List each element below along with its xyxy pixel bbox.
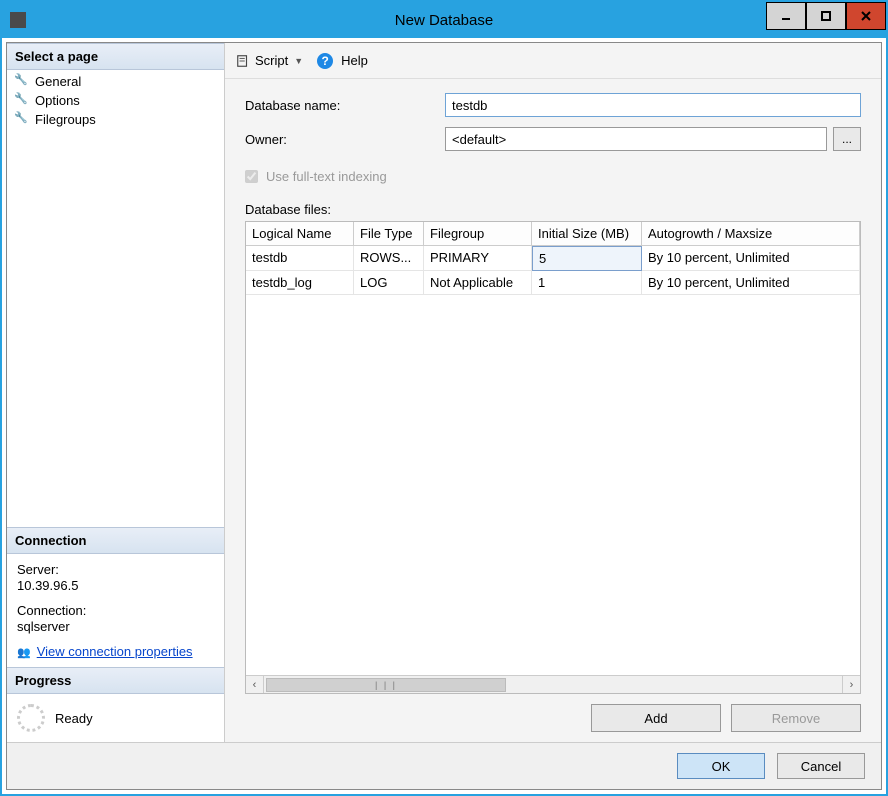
- view-connection-properties-link[interactable]: View connection properties: [37, 644, 193, 659]
- horizontal-scrollbar[interactable]: ‹ | | | ›: [246, 675, 860, 693]
- select-page-header: Select a page: [7, 43, 224, 70]
- server-value: 10.39.96.5: [17, 578, 214, 593]
- database-files-grid[interactable]: Logical Name File Type Filegroup Initial…: [245, 221, 861, 694]
- page-label: General: [35, 74, 81, 89]
- progress-status: Ready: [55, 711, 93, 726]
- connection-body: Server: 10.39.96.5 Connection: sqlserver…: [7, 554, 224, 667]
- cell-filegroup[interactable]: Not Applicable: [424, 271, 532, 295]
- page-item-general[interactable]: General: [7, 72, 224, 91]
- col-filegroup[interactable]: Filegroup: [424, 222, 532, 245]
- page-list: General Options Filegroups: [7, 70, 224, 131]
- grid-button-row: Add Remove: [245, 704, 861, 732]
- dialog-window: New Database Select a page General: [0, 0, 888, 796]
- col-logical-name[interactable]: Logical Name: [246, 222, 354, 245]
- progress-header: Progress: [7, 667, 224, 694]
- connection-user-value: sqlserver: [17, 619, 214, 634]
- database-files-label: Database files:: [245, 202, 861, 217]
- col-initial-size[interactable]: Initial Size (MB): [532, 222, 642, 245]
- page-label: Options: [35, 93, 80, 108]
- add-button[interactable]: Add: [591, 704, 721, 732]
- db-name-input[interactable]: [445, 93, 861, 117]
- dialog-footer: OK Cancel: [7, 742, 881, 789]
- progress-body: Ready: [7, 694, 224, 742]
- cell-autogrowth[interactable]: By 10 percent, Unlimited: [642, 271, 860, 295]
- owner-label: Owner:: [245, 132, 445, 147]
- fulltext-row: Use full-text indexing: [245, 169, 861, 184]
- titlebar[interactable]: New Database: [2, 2, 886, 38]
- wrench-icon: [15, 94, 29, 108]
- wrench-icon: [15, 113, 29, 127]
- cancel-button[interactable]: Cancel: [777, 753, 865, 779]
- main-area: Select a page General Options Filegroups: [7, 43, 881, 742]
- help-icon: ?: [317, 53, 333, 69]
- wrench-icon: [15, 75, 29, 89]
- page-item-filegroups[interactable]: Filegroups: [7, 110, 224, 129]
- col-autogrowth[interactable]: Autogrowth / Maxsize: [642, 222, 860, 245]
- cell-filegroup[interactable]: PRIMARY: [424, 246, 532, 271]
- cell-file-type[interactable]: ROWS...: [354, 246, 424, 271]
- owner-input[interactable]: [445, 127, 827, 151]
- client-area: Select a page General Options Filegroups: [6, 42, 882, 790]
- fulltext-checkbox: [245, 170, 258, 183]
- script-button[interactable]: Script: [255, 53, 288, 68]
- script-dropdown-arrow-icon[interactable]: ▼: [294, 56, 303, 66]
- sidebar: Select a page General Options Filegroups: [7, 43, 225, 742]
- page-item-options[interactable]: Options: [7, 91, 224, 110]
- cell-initial-size[interactable]: 1: [532, 271, 642, 295]
- connection-header: Connection: [7, 527, 224, 554]
- scroll-right-arrow-icon[interactable]: ›: [842, 676, 860, 693]
- view-connection-properties[interactable]: View connection properties: [17, 644, 214, 659]
- remove-button: Remove: [731, 704, 861, 732]
- form-panel: Database name: Owner: ...: [225, 79, 881, 742]
- minimize-button[interactable]: [766, 2, 806, 30]
- col-file-type[interactable]: File Type: [354, 222, 424, 245]
- connection-user-label: Connection:: [17, 603, 214, 618]
- close-button[interactable]: [846, 2, 886, 30]
- script-icon: [235, 53, 251, 69]
- scroll-left-arrow-icon[interactable]: ‹: [246, 676, 264, 693]
- content-area: Script ▼ ? Help Database name: Owner:: [225, 43, 881, 742]
- help-button[interactable]: Help: [341, 53, 368, 68]
- owner-browse-button[interactable]: ...: [833, 127, 861, 151]
- cell-autogrowth[interactable]: By 10 percent, Unlimited: [642, 246, 860, 271]
- page-label: Filegroups: [35, 112, 96, 127]
- owner-row: Owner: ...: [245, 127, 861, 151]
- fulltext-label: Use full-text indexing: [266, 169, 387, 184]
- cell-file-type[interactable]: LOG: [354, 271, 424, 295]
- maximize-button[interactable]: [806, 2, 846, 30]
- cell-logical-name[interactable]: testdb: [246, 246, 354, 271]
- ok-button[interactable]: OK: [677, 753, 765, 779]
- window-title: New Database: [395, 12, 493, 29]
- grid-body: testdb ROWS... PRIMARY 5 By 10 percent, …: [246, 246, 860, 675]
- grid-header: Logical Name File Type Filegroup Initial…: [246, 222, 860, 246]
- progress-spinner-icon: [17, 704, 45, 732]
- db-name-row: Database name:: [245, 93, 861, 117]
- cell-logical-name[interactable]: testdb_log: [246, 271, 354, 295]
- window-controls: [766, 2, 886, 30]
- scroll-thumb[interactable]: | | |: [266, 678, 506, 692]
- grid-row[interactable]: testdb_log LOG Not Applicable 1 By 10 pe…: [246, 271, 860, 295]
- cell-initial-size[interactable]: 5: [532, 246, 642, 271]
- grid-row[interactable]: testdb ROWS... PRIMARY 5 By 10 percent, …: [246, 246, 860, 271]
- server-label: Server:: [17, 562, 214, 577]
- app-icon: [10, 12, 26, 28]
- connection-properties-icon: [17, 644, 31, 659]
- db-name-label: Database name:: [245, 98, 445, 113]
- toolbar: Script ▼ ? Help: [225, 43, 881, 79]
